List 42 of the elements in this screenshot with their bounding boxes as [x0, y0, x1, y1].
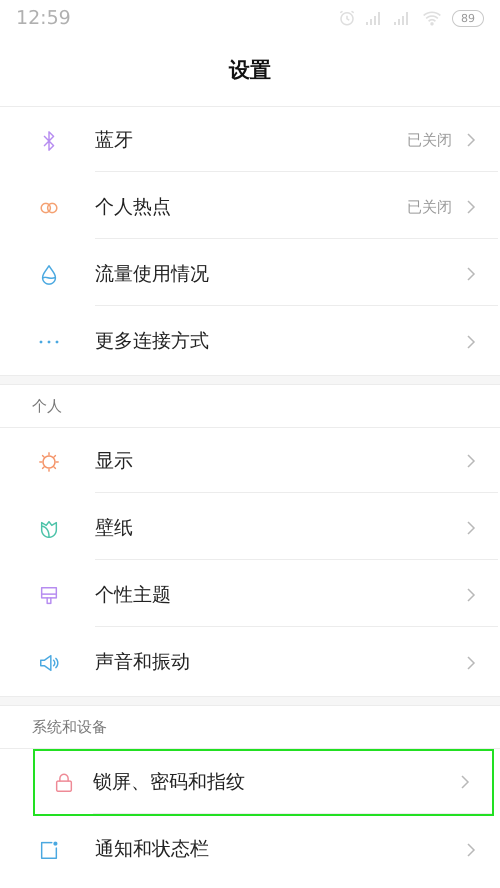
section-header: 系统和设备 — [32, 716, 107, 738]
settings-row[interactable]: 显示 — [0, 428, 500, 495]
more-icon — [38, 340, 58, 344]
row-label: 通知和状态栏 — [95, 837, 210, 862]
row-label: 壁纸 — [95, 516, 134, 541]
chevron-icon — [466, 266, 476, 282]
status-time: 12:59 — [16, 6, 71, 31]
row-label: 锁屏、密码和指纹 — [93, 770, 246, 795]
settings-row[interactable]: 通知和状态栏 — [0, 816, 500, 883]
chevron-icon — [460, 774, 470, 790]
row-label: 流量使用情况 — [95, 262, 210, 287]
settings-row[interactable]: 个性主题 — [0, 562, 500, 629]
wifi-icon — [422, 10, 442, 26]
settings-row[interactable]: 壁纸 — [0, 495, 500, 562]
chevron-icon — [466, 520, 476, 536]
alarm-icon — [338, 9, 356, 27]
chevron-icon — [466, 334, 476, 350]
chevron-icon — [466, 587, 476, 603]
sun-icon — [38, 450, 60, 472]
row-label: 更多连接方式 — [95, 329, 210, 354]
settings-row[interactable]: 更多连接方式 — [0, 308, 500, 375]
row-label: 显示 — [95, 448, 134, 474]
settings-row[interactable]: 流量使用情况 — [0, 241, 500, 308]
chevron-icon — [466, 654, 476, 670]
chevron-icon — [466, 199, 476, 215]
chevron-icon — [466, 453, 476, 469]
settings-row[interactable]: 锁屏、密码和指纹 — [33, 749, 494, 816]
row-label: 声音和振动 — [95, 650, 191, 676]
section-header: 个人 — [32, 396, 62, 417]
chevron-icon — [466, 842, 476, 858]
row-label: 个人热点 — [95, 194, 172, 220]
row-value: 已关闭 — [407, 196, 452, 218]
lock-icon — [53, 772, 75, 794]
row-label: 蓝牙 — [95, 128, 134, 153]
settings-row[interactable]: 声音和振动 — [0, 629, 500, 696]
settings-row[interactable]: 蓝牙 已关闭 — [0, 107, 500, 174]
row-value: 已关闭 — [407, 130, 452, 151]
row-label: 个性主题 — [95, 582, 172, 608]
chevron-icon — [466, 132, 476, 148]
page-title: 设置 — [229, 57, 271, 84]
battery-indicator: 89 — [452, 10, 484, 26]
settings-row[interactable]: 个人热点 已关闭 — [0, 174, 500, 241]
